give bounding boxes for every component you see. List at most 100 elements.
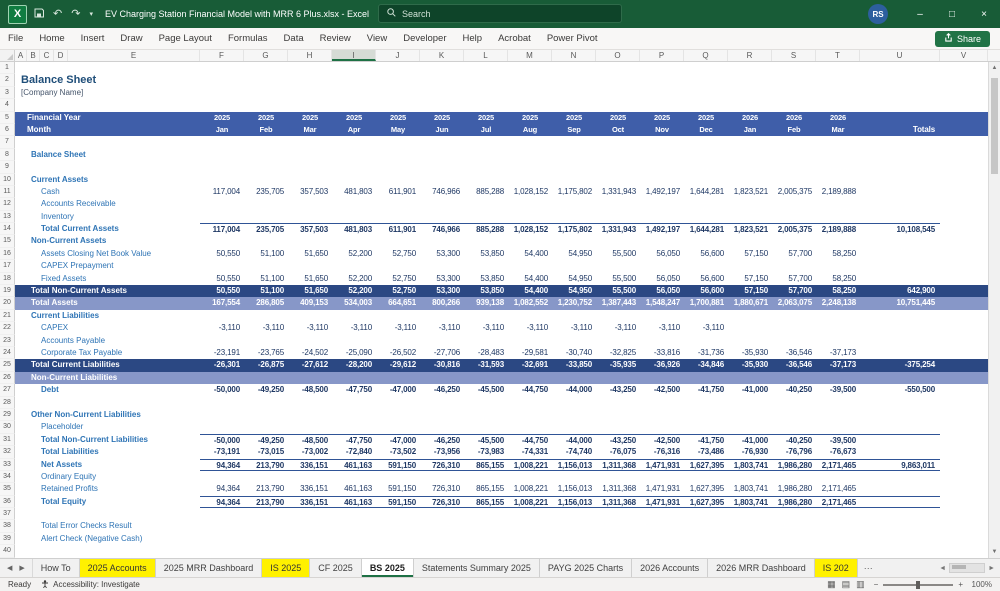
cell-H40[interactable] [288, 545, 332, 557]
cell-M1[interactable] [508, 62, 552, 74]
row-label-36[interactable]: Total Equity [15, 496, 200, 508]
cell-T19[interactable]: 58,250 [816, 285, 860, 297]
cell-U38[interactable] [860, 520, 940, 532]
cell-R31[interactable]: -41,000 [728, 434, 772, 446]
cell-Q36[interactable]: 1,627,395 [684, 496, 728, 508]
cell-S20[interactable]: 2,063,075 [772, 297, 816, 309]
cell-V1[interactable] [940, 62, 988, 74]
cell-F38[interactable] [200, 520, 244, 532]
cell-G38[interactable] [244, 520, 288, 532]
row-label-38[interactable]: Total Error Checks Result [15, 520, 200, 532]
cell-P33[interactable]: 1,471,931 [640, 459, 684, 471]
cell-R38[interactable] [728, 520, 772, 532]
cell-S17[interactable] [772, 260, 816, 272]
cell-P28[interactable] [640, 397, 684, 409]
cell-U16[interactable] [860, 248, 940, 260]
cell-M19[interactable]: 54,400 [508, 285, 552, 297]
cell-J28[interactable] [376, 397, 420, 409]
row-label-16[interactable]: Assets Closing Net Book Value [15, 248, 200, 260]
cell-G7[interactable] [244, 136, 288, 148]
cell-I35[interactable]: 461,163 [332, 483, 376, 495]
cell-M26[interactable] [508, 372, 552, 384]
cell-F28[interactable] [200, 397, 244, 409]
cell-T9[interactable] [816, 161, 860, 173]
cell-U9[interactable] [860, 161, 940, 173]
cell-F13[interactable] [200, 211, 244, 223]
column-header-V[interactable]: V [940, 50, 988, 61]
cell-K9[interactable] [420, 161, 464, 173]
cell-N20[interactable]: 1,230,752 [552, 297, 596, 309]
cell-K35[interactable]: 726,310 [420, 483, 464, 495]
scroll-left-icon[interactable]: ◄ [939, 565, 946, 572]
cell-H17[interactable] [288, 260, 332, 272]
cell-T18[interactable]: 58,250 [816, 273, 860, 285]
cell-G6[interactable]: Feb [244, 124, 288, 136]
cell-P14[interactable]: 1,492,197 [640, 223, 684, 235]
cell-O33[interactable]: 1,311,368 [596, 459, 640, 471]
cell-H20[interactable]: 409,153 [288, 297, 332, 309]
cell-U21[interactable] [860, 310, 940, 322]
sheet-tab-statements-summary-2025[interactable]: Statements Summary 2025 [414, 559, 540, 577]
qat-dropdown-icon[interactable]: ▾ [89, 11, 93, 18]
cell-V17[interactable] [940, 260, 988, 272]
row-header-2[interactable]: 2 [0, 74, 15, 86]
cell-R6[interactable]: Jan [728, 124, 772, 136]
cell-F35[interactable]: 94,364 [200, 483, 244, 495]
cell-M18[interactable]: 54,400 [508, 273, 552, 285]
cell-H26[interactable] [288, 372, 332, 384]
cell-O37[interactable] [596, 508, 640, 520]
cell-I20[interactable]: 534,003 [332, 297, 376, 309]
cell-F17[interactable] [200, 260, 244, 272]
cell-L30[interactable] [464, 421, 508, 433]
cell-I5[interactable]: 2025 [332, 112, 376, 124]
cell-O11[interactable]: 1,331,943 [596, 186, 640, 198]
cell-U12[interactable] [860, 198, 940, 210]
cell-L17[interactable] [464, 260, 508, 272]
cell-G21[interactable] [244, 310, 288, 322]
cell-V11[interactable] [940, 186, 988, 198]
cell-P13[interactable] [640, 211, 684, 223]
cell-M11[interactable]: 1,028,152 [508, 186, 552, 198]
cell-I25[interactable]: -28,200 [332, 359, 376, 371]
cell-U7[interactable] [860, 136, 940, 148]
cell-F10[interactable] [200, 174, 244, 186]
cell-F1[interactable] [200, 62, 244, 74]
cell-Q2[interactable] [684, 74, 728, 86]
cell-Q31[interactable]: -41,750 [684, 434, 728, 446]
cell-U25[interactable]: -375,254 [860, 359, 940, 371]
cell-S31[interactable]: -40,250 [772, 434, 816, 446]
cell-J16[interactable]: 52,750 [376, 248, 420, 260]
cell-Q35[interactable]: 1,627,395 [684, 483, 728, 495]
row-header-7[interactable]: 7 [0, 136, 15, 148]
cell-G39[interactable] [244, 533, 288, 545]
row-label-24[interactable]: Corporate Tax Payable [15, 347, 200, 359]
cell-V18[interactable] [940, 273, 988, 285]
cell-K6[interactable]: Jun [420, 124, 464, 136]
cell-Q6[interactable]: Dec [684, 124, 728, 136]
user-avatar[interactable]: RS [868, 4, 888, 24]
cell-L3[interactable] [464, 87, 508, 99]
cell-V5[interactable] [940, 112, 988, 124]
cell-H35[interactable]: 336,151 [288, 483, 332, 495]
cell-T39[interactable] [816, 533, 860, 545]
close-button[interactable]: × [968, 0, 1000, 28]
column-header-Q[interactable]: Q [684, 50, 728, 61]
row-label-20[interactable]: Total Assets [15, 297, 200, 309]
row-label-26[interactable]: Non-Current Liabilities [15, 372, 200, 384]
cell-T14[interactable]: 2,189,888 [816, 223, 860, 235]
cell-F40[interactable] [200, 545, 244, 557]
cell-G8[interactable] [244, 149, 288, 161]
row-label-10[interactable]: Current Assets [15, 174, 200, 186]
cell-T11[interactable]: 2,189,888 [816, 186, 860, 198]
cell-P5[interactable]: 2025 [640, 112, 684, 124]
cell-J32[interactable]: -73,502 [376, 446, 420, 458]
cell-J4[interactable] [376, 99, 420, 111]
cell-P8[interactable] [640, 149, 684, 161]
cell-G30[interactable] [244, 421, 288, 433]
cell-O26[interactable] [596, 372, 640, 384]
cell-J22[interactable]: -3,110 [376, 322, 420, 334]
cell-O32[interactable]: -76,075 [596, 446, 640, 458]
row-header-34[interactable]: 34 [0, 471, 15, 483]
cell-V26[interactable] [940, 372, 988, 384]
cell-L29[interactable] [464, 409, 508, 421]
